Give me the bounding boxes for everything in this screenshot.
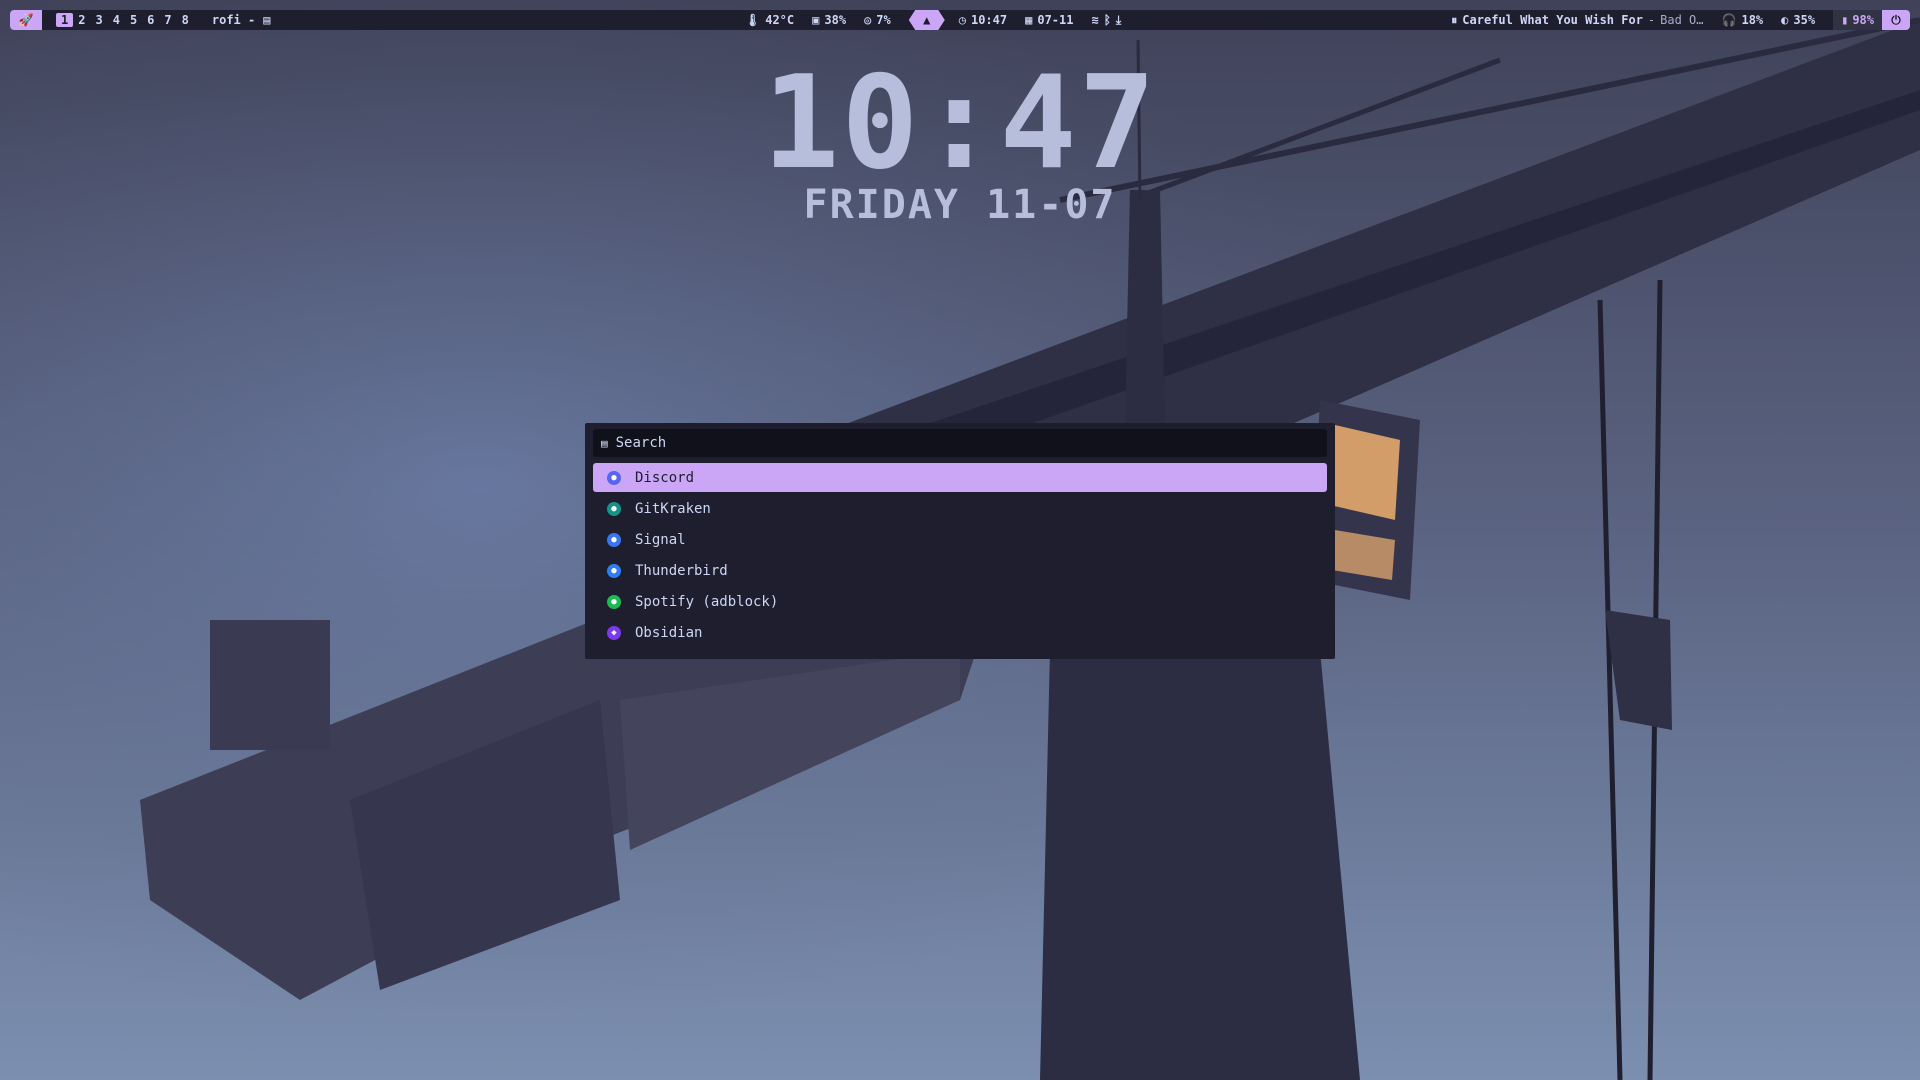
brightness-icon: ◐: [1781, 13, 1789, 27]
desktop-clock-time: 10:47: [762, 49, 1158, 198]
calendar-icon: ▦: [1025, 13, 1033, 27]
app-entry-discord[interactable]: ● Discord: [593, 463, 1327, 492]
status-center: 🌡 42°C ▣ 38% ◎ 7% ▲ ◷ 10:47 ▦ 07-11 ≋ ᛒ …: [745, 10, 1139, 30]
app-entry-spotify[interactable]: ● Spotify (adblock): [593, 587, 1327, 616]
cpu-module[interactable]: ▣ 38%: [812, 13, 846, 27]
bluetooth-icon: ᛒ: [1103, 13, 1111, 27]
power-icon: ⏻: [1891, 12, 1901, 27]
launcher-button[interactable]: 🚀: [10, 10, 42, 30]
media-artist: Bad O…: [1660, 13, 1704, 27]
media-title: Careful What You Wish For: [1462, 13, 1643, 27]
brightness-module[interactable]: ◐ 35%: [1781, 13, 1815, 27]
window-icon: ▤: [263, 13, 271, 27]
app-entry-label: Obsidian: [635, 624, 703, 641]
time-value: 10:47: [970, 13, 1008, 27]
window-title-text: rofi -: [211, 13, 256, 27]
workspace-2[interactable]: 2: [73, 13, 90, 27]
app-entry-label: Spotify (adblock): [635, 593, 779, 610]
app-entry-signal[interactable]: ● Signal: [593, 525, 1327, 554]
workspace-6[interactable]: 6: [142, 13, 159, 27]
connectivity-module[interactable]: ≋ ᛒ ⤓: [1091, 13, 1121, 28]
spotify-icon: ●: [607, 594, 621, 609]
app-entry-obsidian[interactable]: ◆ Obsidian: [593, 618, 1327, 647]
cpu-value: 38%: [824, 13, 847, 27]
temperature-module[interactable]: 🌡 42°C: [745, 13, 794, 27]
app-entry-gitkraken[interactable]: ● GitKraken: [593, 494, 1327, 523]
rocket-icon: 🚀: [18, 13, 34, 27]
app-entry-label: Signal: [635, 531, 686, 548]
app-entry-label: Thunderbird: [635, 562, 728, 579]
temperature-value: 42°C: [765, 13, 795, 27]
search-input[interactable]: Search: [616, 435, 667, 451]
thermometer-icon: 🌡: [745, 13, 761, 27]
discord-icon: ●: [607, 470, 621, 485]
signal-icon: ●: [607, 532, 621, 547]
rofi-launcher: ▤ Search ● Discord ● GitKraken ● Signal …: [585, 423, 1335, 659]
thunderbird-icon: ●: [607, 563, 621, 578]
workspace-3[interactable]: 3: [90, 13, 107, 27]
search-bar[interactable]: ▤ Search: [593, 429, 1327, 457]
search-icon: ▤: [601, 436, 608, 450]
pause-icon[interactable]: ⏸: [1451, 13, 1457, 28]
app-list: ● Discord ● GitKraken ● Signal ● Thunder…: [593, 463, 1327, 647]
app-entry-thunderbird[interactable]: ● Thunderbird: [593, 556, 1327, 585]
top-bar: 🚀 1 2 3 4 5 6 7 8 rofi - ▤ 🌡 42°C ▣ 38% …: [10, 10, 1910, 30]
workspaces: 1 2 3 4 5 6 7 8: [56, 10, 194, 30]
app-entry-label: GitKraken: [635, 500, 711, 517]
desktop-clock-date: FRIDAY 11-07: [803, 182, 1117, 228]
date-module[interactable]: ▦ 07-11: [1025, 13, 1073, 27]
status-right: ⏸ Careful What You Wish For - Bad O… 🎧 1…: [1451, 10, 1910, 30]
battery-icon: ▮: [1841, 13, 1849, 27]
cpu-icon: ▣: [812, 13, 820, 27]
gitkraken-icon: ●: [607, 501, 621, 516]
workspace-7[interactable]: 7: [159, 13, 176, 27]
obsidian-icon: ◆: [607, 625, 621, 640]
workspace-4[interactable]: 4: [108, 13, 125, 27]
headphones-icon: 🎧: [1721, 13, 1737, 27]
media-module[interactable]: ⏸ Careful What You Wish For - Bad O…: [1451, 13, 1703, 28]
memory-icon: ◎: [864, 13, 872, 27]
memory-module[interactable]: ◎ 7%: [864, 13, 891, 27]
volume-module[interactable]: 🎧 18%: [1722, 13, 1764, 27]
brightness-value: 35%: [1793, 13, 1816, 27]
wifi-icon: ≋: [1091, 13, 1099, 27]
battery-value: 98%: [1852, 13, 1874, 27]
battery-module[interactable]: ▮ 98%: [1833, 10, 1882, 30]
media-separator: -: [1647, 13, 1656, 27]
date-value: 07-11: [1037, 13, 1074, 27]
download-icon: ⤓: [1115, 12, 1122, 27]
window-title: rofi - ▤: [212, 10, 271, 30]
power-button[interactable]: ⏻: [1882, 10, 1910, 30]
clock-module[interactable]: ◷ 10:47: [959, 13, 1007, 27]
clock-icon: ◷: [958, 13, 966, 27]
workspace-8[interactable]: 8: [177, 13, 194, 27]
memory-value: 7%: [876, 13, 891, 27]
volume-value: 18%: [1741, 13, 1764, 27]
app-entry-label: Discord: [635, 469, 695, 486]
workspace-5[interactable]: 5: [125, 13, 142, 27]
arch-logo-icon[interactable]: ▲: [908, 10, 945, 30]
workspace-1[interactable]: 1: [56, 13, 74, 27]
